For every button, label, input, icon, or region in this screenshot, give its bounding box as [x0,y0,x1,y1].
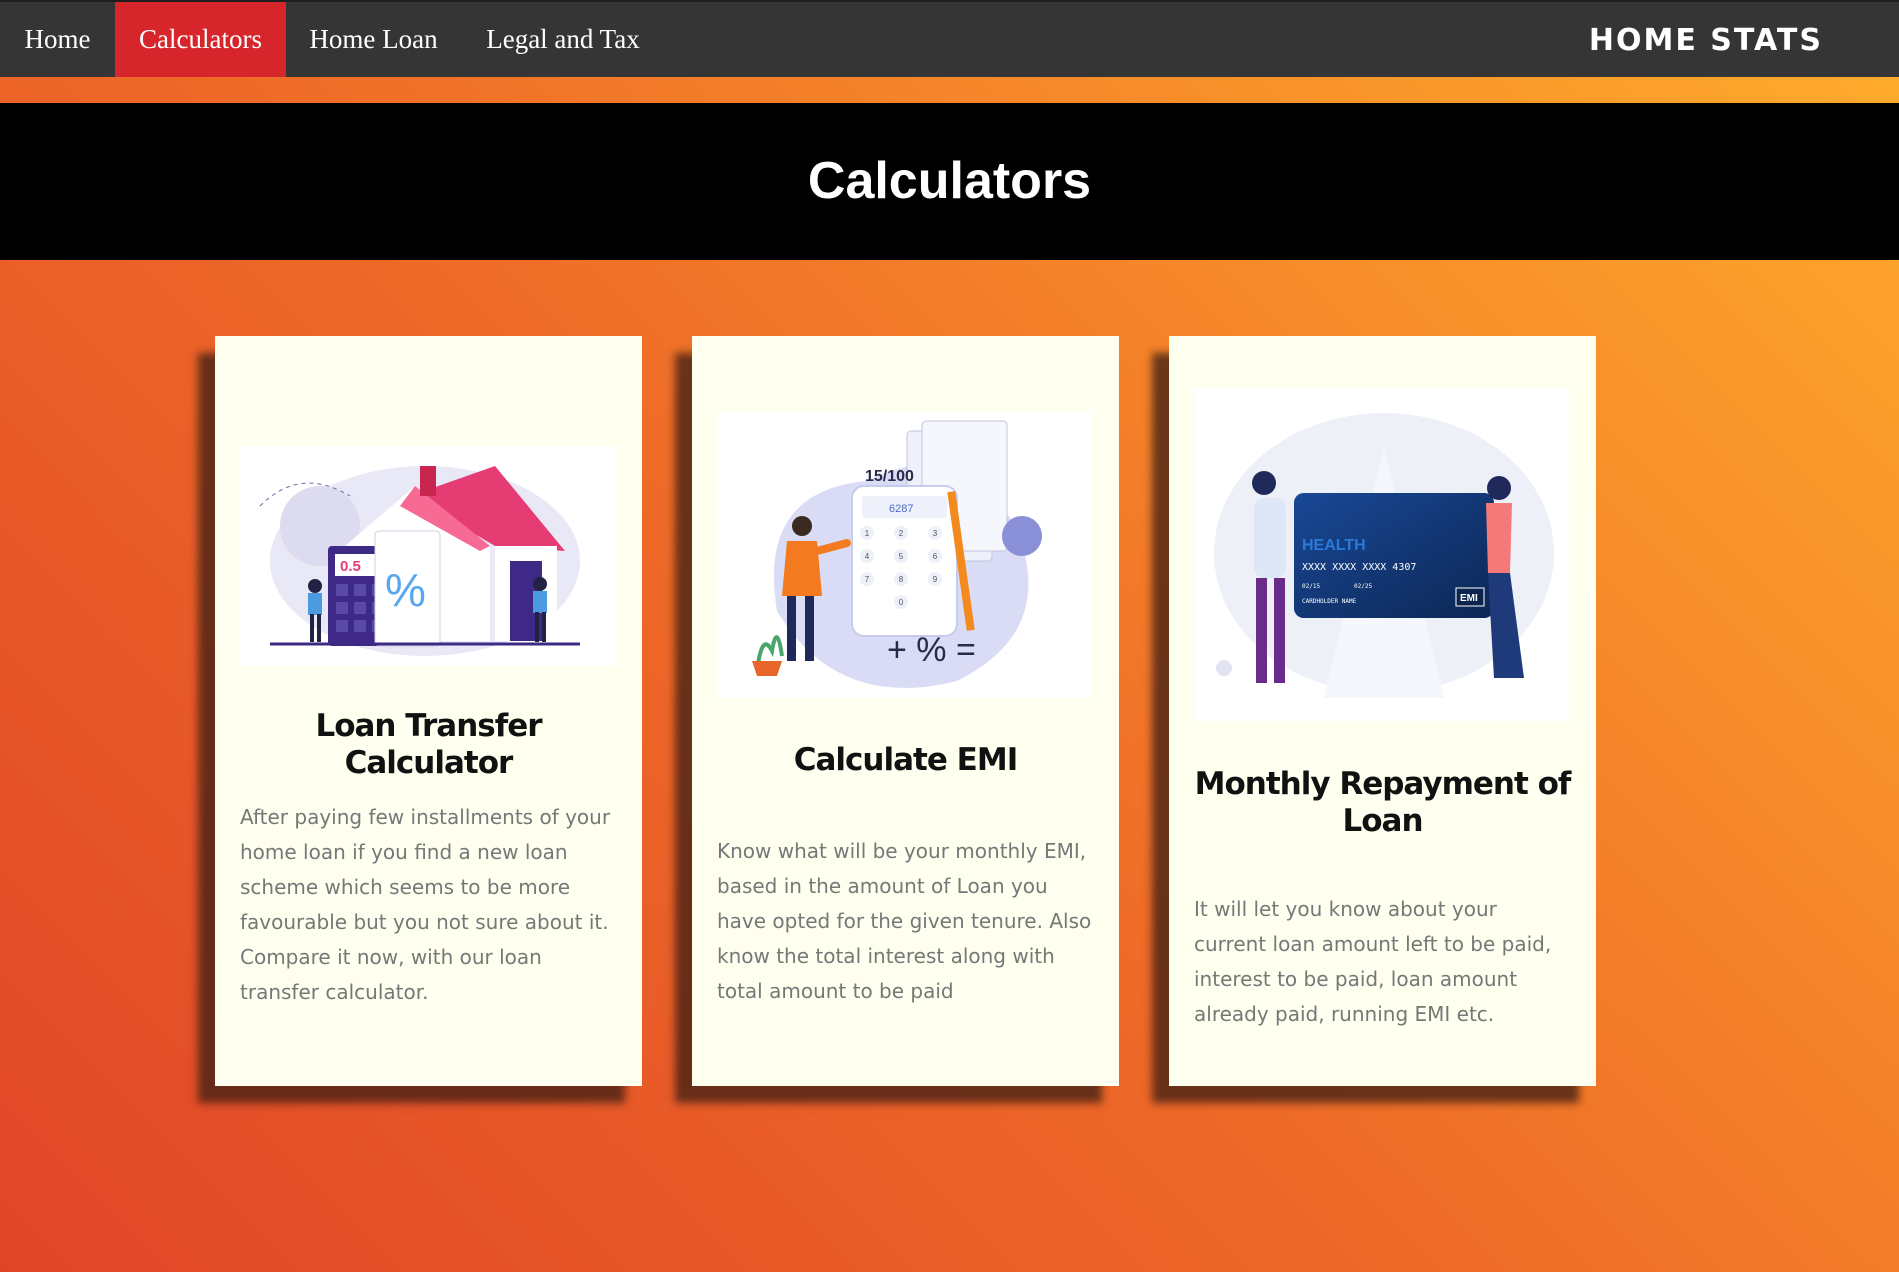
illustration-text: 02/25 [1354,583,1372,590]
calc-key: 3 [933,529,938,538]
calculator-illustration: 15/100 6287 1 2 3 4 5 6 7 8 9 0 + % = [717,411,1092,698]
brand-logo[interactable]: HOME STATS [1589,2,1823,77]
illustration-text: + % = [887,631,976,669]
calc-key: 5 [899,552,904,561]
calc-key: 2 [899,529,904,538]
nav-home-loan[interactable]: Home Loan [286,2,461,77]
calc-key: 6 [933,552,938,561]
card-title[interactable]: Monthly Repayment of Loan [1189,766,1576,840]
top-navbar: Home Calculators Home Loan Legal and Tax… [0,0,1899,77]
calc-key: 8 [899,575,904,584]
card-description: After paying few installments of your ho… [240,805,611,1004]
calc-key: 7 [865,575,870,584]
page-title-banner: Calculators [0,103,1899,260]
illustration-text: % [385,564,426,616]
card-title[interactable]: Calculate EMI [712,742,1099,779]
house-percent-illustration: 0.5 % [240,446,615,666]
illustration-text: CARDHOLDER NAME [1302,598,1357,605]
illustration-text: 6287 [889,503,913,515]
illustration-text: EMI [1460,593,1478,604]
emi-card-illustration: HEALTH XXXX XXXX XXXX 4307 02/15 02/25 C… [1194,388,1569,721]
page-title: Calculators [807,152,1092,210]
illustration-text: 15/100 [865,468,914,485]
illustration-text: XXXX XXXX XXXX 4307 [1302,562,1416,573]
calc-key: 0 [899,598,904,607]
card-loan-transfer[interactable]: 0.5 % Loan Transfer Calculator After pay… [215,336,642,1086]
calc-key: 4 [865,552,870,561]
card-calculate-emi[interactable]: 15/100 6287 1 2 3 4 5 6 7 8 9 0 + % = Ca… [692,336,1119,1086]
illustration-text: 02/15 [1302,583,1320,590]
calc-key: 9 [933,575,938,584]
nav-calculators[interactable]: Calculators [115,2,286,77]
nav-legal-and-tax[interactable]: Legal and Tax [461,2,665,77]
card-title[interactable]: Loan Transfer Calculator [235,708,622,782]
card-description: It will let you know about your current … [1194,897,1552,1026]
calc-key: 1 [865,529,870,538]
card-monthly-repayment[interactable]: HEALTH XXXX XXXX XXXX 4307 02/15 02/25 C… [1169,336,1596,1086]
card-description: Know what will be your monthly EMI, base… [717,839,1092,1003]
illustration-text: HEALTH [1302,537,1366,554]
nav-home[interactable]: Home [0,2,115,77]
illustration-text: 0.5 [340,558,361,575]
